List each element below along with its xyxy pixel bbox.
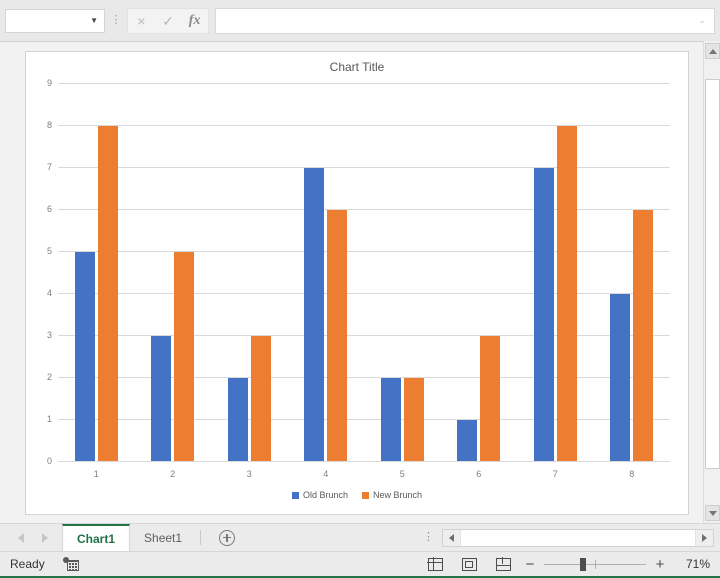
x-axis-tick-label: 4 bbox=[323, 469, 329, 479]
chevron-down-icon: ▼ bbox=[90, 15, 98, 25]
name-box[interactable]: ▼ bbox=[5, 8, 105, 33]
bar-old-brunch[interactable] bbox=[610, 294, 631, 462]
y-axis-tick-label: 5 bbox=[46, 246, 52, 256]
bar-old-brunch[interactable] bbox=[380, 378, 401, 462]
bar-new-brunch[interactable] bbox=[403, 378, 424, 462]
horizontal-scroll-track[interactable] bbox=[460, 529, 696, 546]
normal-view-icon[interactable] bbox=[418, 554, 452, 574]
bar-old-brunch[interactable] bbox=[227, 378, 248, 462]
zoom-slider-thumb[interactable] bbox=[580, 558, 586, 571]
bar-new-brunch[interactable] bbox=[556, 126, 577, 462]
legend-swatch bbox=[362, 491, 369, 499]
add-sheet-icon[interactable] bbox=[219, 529, 236, 546]
bar-old-brunch[interactable] bbox=[533, 168, 554, 462]
sheet-nav-arrows bbox=[0, 532, 62, 543]
insert-function-icon[interactable]: fx bbox=[183, 13, 207, 28]
category-group: 2 bbox=[135, 84, 212, 479]
tab-overflow-icon[interactable]: ⋮ bbox=[423, 532, 434, 543]
x-axis-tick-label: 7 bbox=[552, 469, 558, 479]
chart-title[interactable]: Chart Title bbox=[26, 60, 688, 74]
y-axis-tick-label: 9 bbox=[46, 78, 52, 88]
zoom-level-label[interactable]: 71% bbox=[670, 557, 710, 571]
formula-bar-drag-handle[interactable]: ⋮ bbox=[105, 9, 127, 33]
scroll-down-icon[interactable] bbox=[705, 505, 720, 521]
category-group: 7 bbox=[517, 84, 594, 479]
tab-divider bbox=[200, 530, 202, 545]
scroll-up-icon[interactable] bbox=[705, 43, 720, 59]
formula-bar: ▼ ⋮ × ✓ fx ⌄ bbox=[0, 0, 720, 41]
cancel-icon[interactable]: × bbox=[129, 14, 153, 28]
y-axis-tick-label: 0 bbox=[46, 456, 52, 466]
previous-sheet-icon[interactable] bbox=[18, 532, 24, 543]
bar-new-brunch[interactable] bbox=[480, 336, 501, 462]
category-group: 4 bbox=[288, 84, 365, 479]
chart-sheet-area: Chart Title 0 1 2 3 4 5 6 7 8 9 1 2 3 4 5 6 7 8 Old Brunc… bbox=[0, 41, 720, 523]
y-axis-tick-label: 8 bbox=[46, 120, 52, 130]
scroll-left-icon[interactable] bbox=[443, 529, 460, 546]
legend-label: Old Brunch bbox=[302, 490, 348, 500]
y-axis-tick-label: 1 bbox=[46, 414, 52, 424]
y-axis-tick-label: 7 bbox=[46, 162, 52, 172]
page-layout-view-icon[interactable] bbox=[452, 554, 486, 574]
y-axis-tick-label: 4 bbox=[46, 288, 52, 298]
bar-old-brunch[interactable] bbox=[457, 420, 478, 462]
bar-old-brunch[interactable] bbox=[74, 252, 95, 462]
status-bar: Ready − + 71% bbox=[0, 551, 720, 578]
category-group: 1 bbox=[58, 84, 135, 479]
x-axis-tick-label: 5 bbox=[399, 469, 405, 479]
chart-object[interactable]: Chart Title 0 1 2 3 4 5 6 7 8 9 1 2 3 4 5 6 7 8 Old Brunc… bbox=[25, 51, 689, 515]
excel-window: ▼ ⋮ × ✓ fx ⌄ Chart Title 0 1 2 3 4 5 6 7 8 9 1 2 3 4 5… bbox=[0, 0, 720, 578]
formula-action-group: × ✓ fx bbox=[127, 7, 209, 34]
accessibility-checker-icon[interactable] bbox=[62, 557, 79, 571]
vertical-scrollbar[interactable] bbox=[703, 41, 720, 523]
legend-item[interactable]: Old Brunch bbox=[291, 490, 348, 500]
vertical-scroll-thumb[interactable] bbox=[705, 79, 720, 469]
status-state-label: Ready bbox=[10, 557, 45, 571]
x-axis-tick-label: 1 bbox=[93, 469, 99, 479]
scroll-right-icon[interactable] bbox=[696, 529, 713, 546]
x-axis-line bbox=[58, 461, 670, 462]
page-break-preview-icon[interactable] bbox=[486, 554, 520, 574]
formula-input[interactable]: ⌄ bbox=[215, 7, 715, 34]
bar-old-brunch[interactable] bbox=[151, 336, 172, 462]
bar-new-brunch[interactable] bbox=[250, 336, 271, 462]
zoom-in-button[interactable]: + bbox=[650, 557, 670, 572]
next-sheet-icon[interactable] bbox=[42, 532, 48, 543]
plot-area[interactable]: 0 1 2 3 4 5 6 7 8 9 1 2 3 4 5 6 7 8 bbox=[47, 78, 671, 479]
zoom-slider[interactable] bbox=[544, 556, 646, 572]
bar-new-brunch[interactable] bbox=[174, 252, 195, 462]
legend-swatch bbox=[291, 491, 299, 499]
sheet-tab-chart1[interactable]: Chart1 bbox=[62, 523, 131, 552]
zoom-out-button[interactable]: − bbox=[520, 557, 540, 572]
horizontal-scrollbar[interactable] bbox=[442, 528, 714, 547]
y-axis-tick-label: 3 bbox=[46, 330, 52, 340]
x-axis-tick-label: 3 bbox=[246, 469, 252, 479]
category-group: 8 bbox=[594, 84, 671, 479]
category-group: 6 bbox=[441, 84, 518, 479]
legend-label: New Brunch bbox=[373, 490, 423, 500]
legend-item[interactable]: New Brunch bbox=[362, 490, 422, 500]
y-axis-tick-label: 6 bbox=[46, 204, 52, 214]
x-axis-tick-label: 8 bbox=[629, 469, 635, 479]
bar-new-brunch[interactable] bbox=[327, 210, 348, 462]
expand-formula-bar-icon[interactable]: ⌄ bbox=[698, 15, 706, 26]
confirm-check-icon[interactable]: ✓ bbox=[156, 14, 180, 28]
category-group: 5 bbox=[364, 84, 441, 479]
category-group: 3 bbox=[211, 84, 288, 479]
sheet-tab-sheet1[interactable]: Sheet1 bbox=[130, 524, 196, 552]
status-bar-right: − + 71% bbox=[418, 554, 720, 574]
bar-new-brunch[interactable] bbox=[97, 126, 118, 462]
y-axis-tick-label: 2 bbox=[46, 372, 52, 382]
sheet-tab-bar: Chart1 Sheet1 ⋮ bbox=[0, 523, 720, 552]
x-axis-tick-label: 2 bbox=[170, 469, 176, 479]
x-axis-tick-label: 6 bbox=[476, 469, 482, 479]
bar-old-brunch[interactable] bbox=[304, 168, 325, 462]
bar-new-brunch[interactable] bbox=[633, 210, 654, 462]
chart-legend[interactable]: Old Brunch New Brunch bbox=[26, 490, 688, 500]
